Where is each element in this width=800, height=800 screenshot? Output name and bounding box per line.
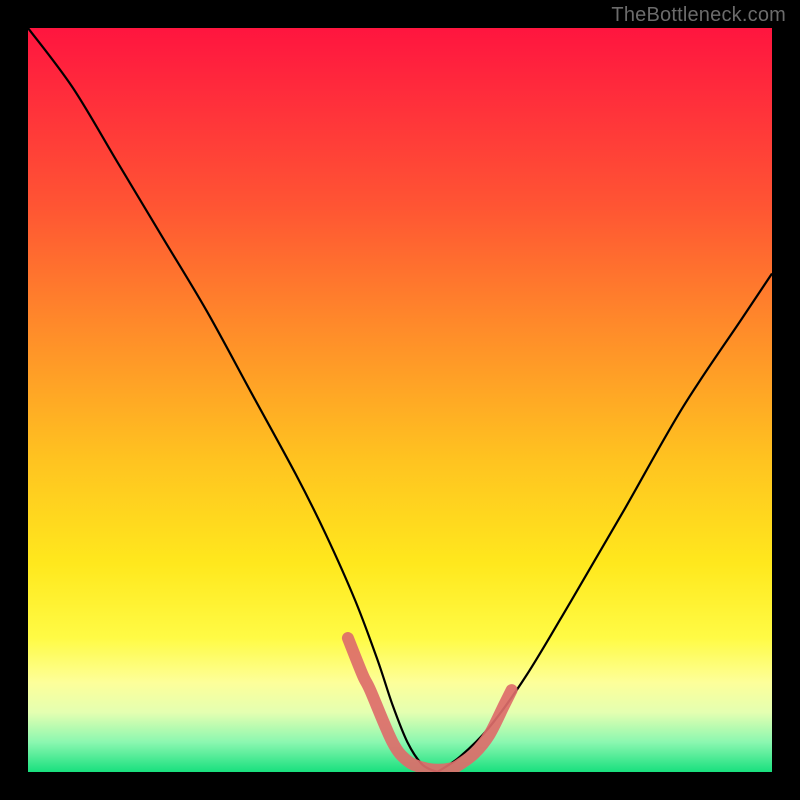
curve-layer [28,28,772,772]
chart-frame: TheBottleneck.com [0,0,800,800]
right-curve [437,274,772,772]
bottleneck-band [348,638,512,770]
plot-area [28,28,772,772]
watermark-text: TheBottleneck.com [611,4,786,27]
left-curve [28,28,437,772]
